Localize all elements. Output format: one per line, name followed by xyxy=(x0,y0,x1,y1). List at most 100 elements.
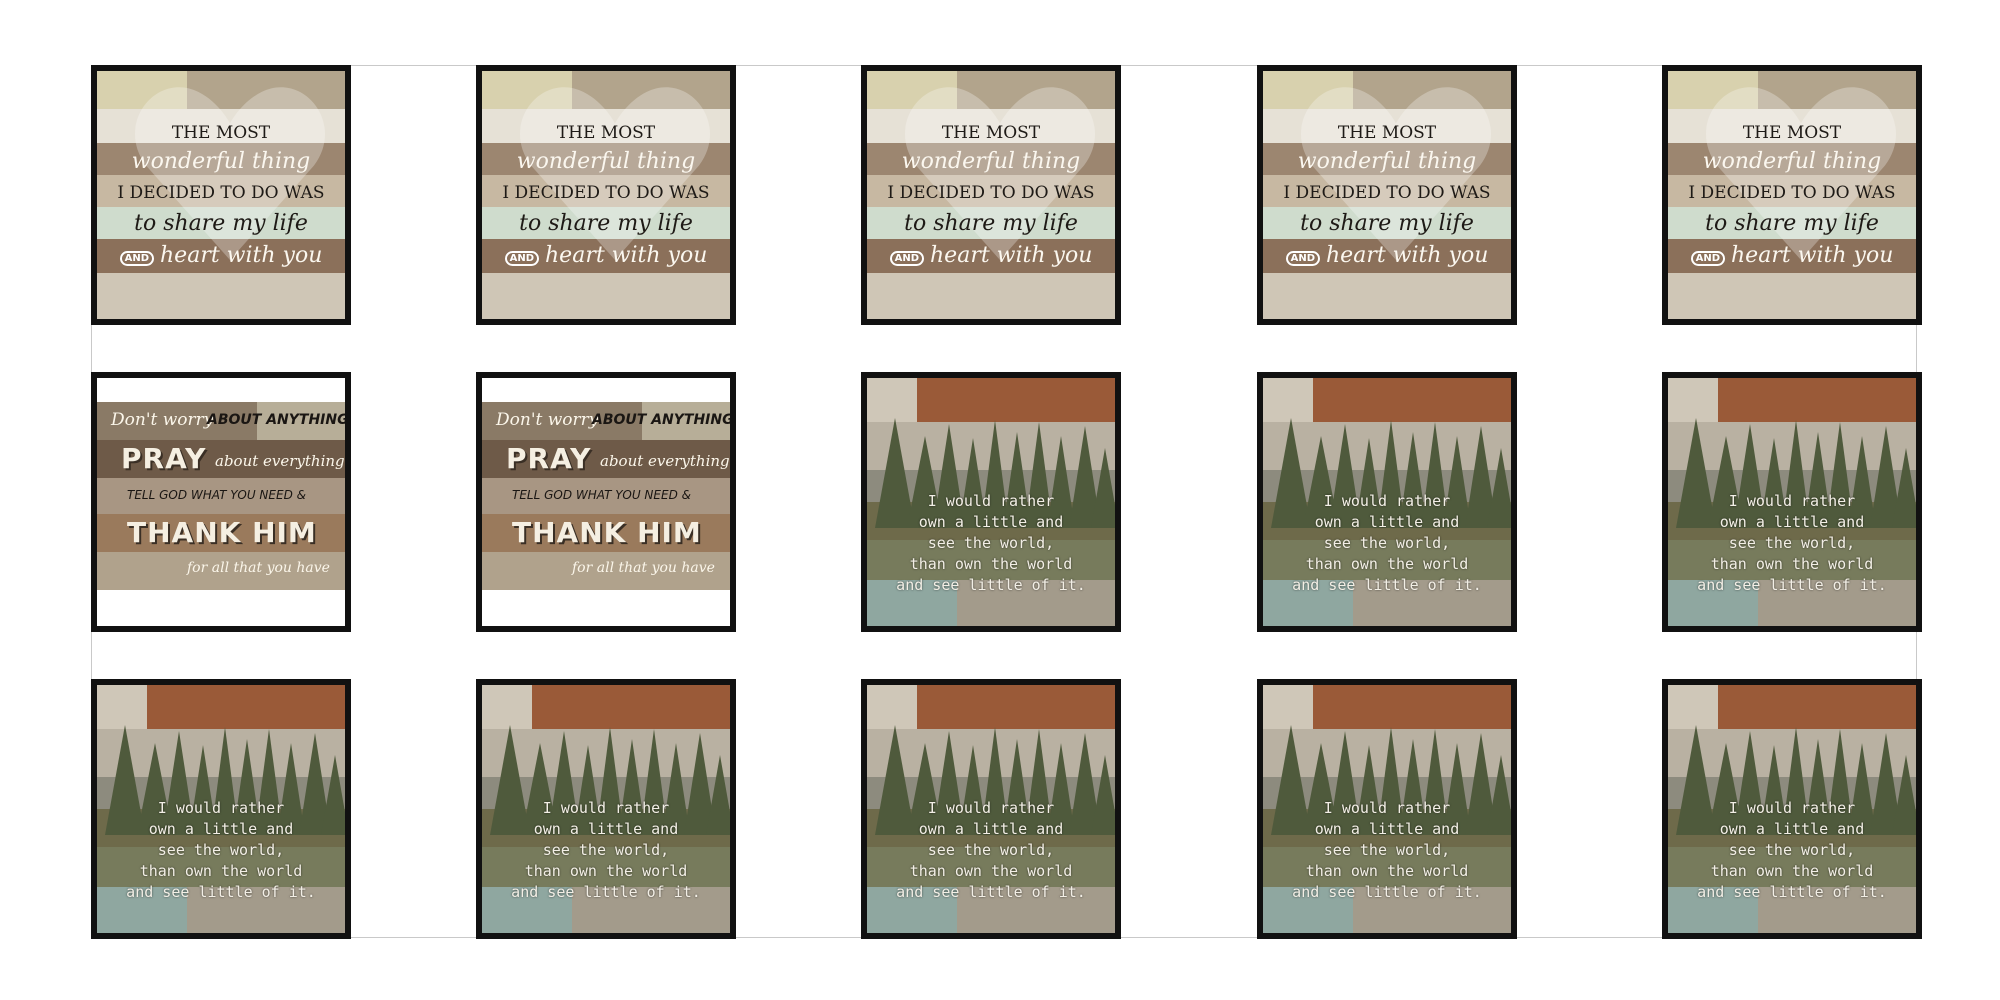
world-text-line-2: own a little and xyxy=(918,820,1064,838)
world-text-line-5: and see little of it. xyxy=(511,883,701,901)
text-line-5: AND heart with you xyxy=(97,243,345,268)
text-line-3: I DECIDED TO DO WAS xyxy=(887,183,1095,203)
wall-art-tile[interactable]: THE MOST wonderful thing I DECIDED TO DO… xyxy=(1662,65,1922,325)
text-line-1: THE MOST xyxy=(941,123,1041,143)
wall-art-tile[interactable]: I would rather own a little and see the … xyxy=(91,679,351,939)
world-text-line-1: I would rather xyxy=(1728,799,1856,817)
world-text-line-2: own a little and xyxy=(1719,820,1865,838)
world-text-line-1: I would rather xyxy=(1728,492,1856,510)
wall-art-tile[interactable]: I would rather own a little and see the … xyxy=(1662,372,1922,632)
world-text-line-2: own a little and xyxy=(1314,513,1460,531)
text-line-5-script: heart with you xyxy=(1326,243,1489,268)
wood-plank-background: Don't worry ABOUT ANYTHING PRAY about ev… xyxy=(97,402,345,590)
wall-art-tile[interactable]: THE MOST wonderful thing I DECIDED TO DO… xyxy=(91,65,351,325)
wall-art-tile[interactable]: I would rather own a little and see the … xyxy=(1257,372,1517,632)
world-text-line-3: see the world, xyxy=(927,841,1055,859)
world-text-line-1: I would rather xyxy=(542,799,670,817)
pine-trees-icon xyxy=(1676,725,1916,835)
world-text-line-2: own a little and xyxy=(148,820,294,838)
pine-trees-icon xyxy=(875,418,1115,528)
pray-text-line-2a: PRAY xyxy=(121,442,207,475)
world-text-line-3: see the world, xyxy=(927,534,1055,552)
pray-text-line-3: TELL GOD WHAT YOU NEED & xyxy=(512,488,691,502)
text-line-3: I DECIDED TO DO WAS xyxy=(1688,183,1896,203)
world-text-line-5: and see little of it. xyxy=(896,883,1086,901)
text-line-3: I DECIDED TO DO WAS xyxy=(502,183,710,203)
wall-art-tile[interactable]: I would rather own a little and see the … xyxy=(1662,679,1922,939)
world-text-line-2: own a little and xyxy=(918,513,1064,531)
wall-art-tile[interactable]: I would rather own a little and see the … xyxy=(861,679,1121,939)
pray-text-line-1b: ABOUT ANYTHING xyxy=(207,412,345,428)
pray-text-line-4: THANK HIM xyxy=(127,516,317,549)
text-line-5-script: heart with you xyxy=(930,243,1093,268)
text-line-5: AND heart with you xyxy=(867,243,1115,268)
text-line-1: THE MOST xyxy=(171,123,271,143)
wall-art-tile[interactable]: Don't worry ABOUT ANYTHING PRAY about ev… xyxy=(476,372,736,632)
world-text-line-4: than own the world xyxy=(909,555,1073,573)
text-line-3: I DECIDED TO DO WAS xyxy=(1283,183,1491,203)
world-text-line-3: see the world, xyxy=(1728,534,1856,552)
text-line-5-script: heart with you xyxy=(160,243,323,268)
world-text-line-4: than own the world xyxy=(1710,862,1874,880)
pine-trees-icon xyxy=(105,725,345,835)
text-line-1: THE MOST xyxy=(1742,123,1842,143)
world-text-line-5: and see little of it. xyxy=(1292,576,1482,594)
pray-text-line-4: THANK HIM xyxy=(512,516,702,549)
pine-trees-icon xyxy=(875,725,1115,835)
world-text-line-5: and see little of it. xyxy=(896,576,1086,594)
wall-art-tile[interactable]: THE MOST wonderful thing I DECIDED TO DO… xyxy=(476,65,736,325)
text-line-2: wonderful thing xyxy=(516,149,696,174)
world-text-line-2: own a little and xyxy=(1314,820,1460,838)
wall-art-tile[interactable]: Don't worry ABOUT ANYTHING PRAY about ev… xyxy=(91,372,351,632)
world-text-line-4: than own the world xyxy=(524,862,688,880)
and-badge: AND xyxy=(1285,250,1321,266)
text-line-3: I DECIDED TO DO WAS xyxy=(117,183,325,203)
world-text-line-3: see the world, xyxy=(1323,841,1451,859)
pray-text-line-2a: PRAY xyxy=(506,442,592,475)
text-line-4: to share my life xyxy=(1705,211,1879,236)
wall-art-tile[interactable]: THE MOST wonderful thing I DECIDED TO DO… xyxy=(861,65,1121,325)
wall-art-tile[interactable]: I would rather own a little and see the … xyxy=(476,679,736,939)
world-text-line-1: I would rather xyxy=(927,799,1055,817)
pine-trees-icon xyxy=(1271,418,1511,528)
world-text-line-4: than own the world xyxy=(909,862,1073,880)
world-text-line-4: than own the world xyxy=(1305,862,1469,880)
text-line-4: to share my life xyxy=(134,211,308,236)
world-text-line-5: and see little of it. xyxy=(1697,576,1887,594)
wall-art-tile[interactable]: I would rather own a little and see the … xyxy=(861,372,1121,632)
world-text-line-5: and see little of it. xyxy=(126,883,316,901)
pray-text-line-1a: Don't worry xyxy=(111,410,214,430)
world-text-line-3: see the world, xyxy=(1323,534,1451,552)
world-text-line-3: see the world, xyxy=(542,841,670,859)
world-text-line-2: own a little and xyxy=(533,820,679,838)
pray-text-line-5: for all that you have xyxy=(572,560,715,576)
pray-text-line-3: TELL GOD WHAT YOU NEED & xyxy=(127,488,306,502)
text-line-5: AND heart with you xyxy=(1668,243,1916,268)
wood-plank-background: Don't worry ABOUT ANYTHING PRAY about ev… xyxy=(482,402,730,590)
text-line-5-script: heart with you xyxy=(1731,243,1894,268)
and-badge: AND xyxy=(504,250,540,266)
and-badge: AND xyxy=(1690,250,1726,266)
wall-art-tile[interactable]: I would rather own a little and see the … xyxy=(1257,679,1517,939)
text-line-2: wonderful thing xyxy=(1702,149,1882,174)
pray-text-line-2b: about everything xyxy=(600,452,730,470)
world-text-line-1: I would rather xyxy=(1323,492,1451,510)
world-text-line-1: I would rather xyxy=(927,492,1055,510)
text-line-2: wonderful thing xyxy=(901,149,1081,174)
and-badge: AND xyxy=(119,250,155,266)
world-text-line-4: than own the world xyxy=(1305,555,1469,573)
pine-trees-icon xyxy=(1676,418,1916,528)
world-text-line-4: than own the world xyxy=(1710,555,1874,573)
pray-text-line-5: for all that you have xyxy=(187,560,330,576)
text-line-4: to share my life xyxy=(519,211,693,236)
wall-art-tile[interactable]: THE MOST wonderful thing I DECIDED TO DO… xyxy=(1257,65,1517,325)
pray-text-line-2b: about everything xyxy=(215,452,345,470)
world-text-line-1: I would rather xyxy=(157,799,285,817)
world-text-line-5: and see little of it. xyxy=(1697,883,1887,901)
world-text-line-4: than own the world xyxy=(139,862,303,880)
pray-text-line-1a: Don't worry xyxy=(496,410,599,430)
pine-trees-icon xyxy=(1271,725,1511,835)
text-line-4: to share my life xyxy=(904,211,1078,236)
text-line-1: THE MOST xyxy=(556,123,656,143)
world-text-line-3: see the world, xyxy=(1728,841,1856,859)
